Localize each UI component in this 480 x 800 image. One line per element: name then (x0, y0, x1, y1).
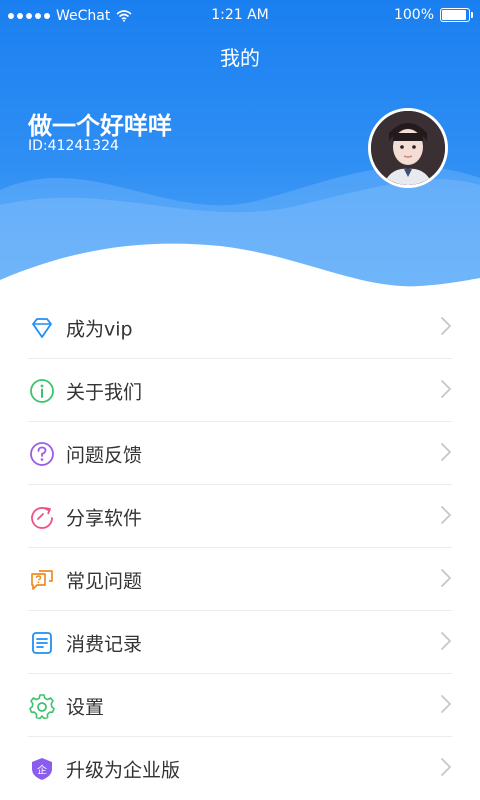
avatar-portrait (371, 111, 445, 185)
menu-item-enterprise[interactable]: 企 升级为企业版 (0, 737, 480, 800)
menu-item-info[interactable]: 关于我们 (0, 359, 480, 422)
battery-percent: 100% (393, 7, 434, 23)
profile-header: WeChat 1:21 AM 100% 我的 做一个好咩咩 ID:4124132… (0, 0, 480, 300)
avatar[interactable] (368, 108, 448, 188)
menu-item-label: 消费记录 (66, 633, 143, 655)
chevron-right-icon (440, 442, 452, 466)
chevron-right-icon (440, 505, 452, 529)
chevron-right-icon (440, 631, 452, 655)
menu-item-label: 成为vip (66, 318, 133, 340)
chevron-right-icon (440, 379, 452, 403)
menu-item-share[interactable]: 分享软件 (0, 485, 480, 548)
faq-icon (28, 566, 56, 594)
menu-item-label: 升级为企业版 (66, 759, 181, 781)
menu-item-faq[interactable]: 常见问题 (0, 548, 480, 611)
chevron-right-icon (440, 757, 452, 781)
chevron-right-icon (440, 316, 452, 340)
menu-item-label: 设置 (66, 696, 105, 718)
user-id: ID:41241324 (28, 138, 119, 154)
menu-item-question[interactable]: 问题反馈 (0, 422, 480, 485)
menu-item-gear[interactable]: 设置 (0, 674, 480, 737)
enterprise-icon: 企 (28, 755, 56, 783)
question-icon (28, 440, 56, 468)
info-icon (28, 377, 56, 405)
menu-item-record[interactable]: 消费记录 (0, 611, 480, 674)
gear-icon (28, 692, 56, 720)
chevron-right-icon (440, 568, 452, 592)
battery-icon (440, 8, 473, 22)
page-title: 我的 (220, 46, 260, 70)
user-name: 做一个好咩咩 (28, 112, 172, 140)
menu-item-label: 常见问题 (66, 570, 143, 592)
chevron-right-icon (440, 694, 452, 718)
menu-item-diamond[interactable]: 成为vip (0, 296, 480, 359)
record-icon (28, 629, 56, 657)
menu-item-label: 问题反馈 (66, 444, 143, 466)
status-bar: WeChat 1:21 AM 100% (0, 0, 480, 32)
menu-item-label: 分享软件 (66, 507, 143, 529)
menu-list: 成为vip 关于我们问题反馈分享软件常见问题消费记录设置企 升级为企业版 (0, 296, 480, 800)
diamond-icon (28, 314, 56, 342)
share-icon (28, 503, 56, 531)
status-right: 100% (393, 7, 473, 23)
menu-item-label: 关于我们 (66, 381, 143, 403)
svg-text:企: 企 (37, 763, 47, 776)
